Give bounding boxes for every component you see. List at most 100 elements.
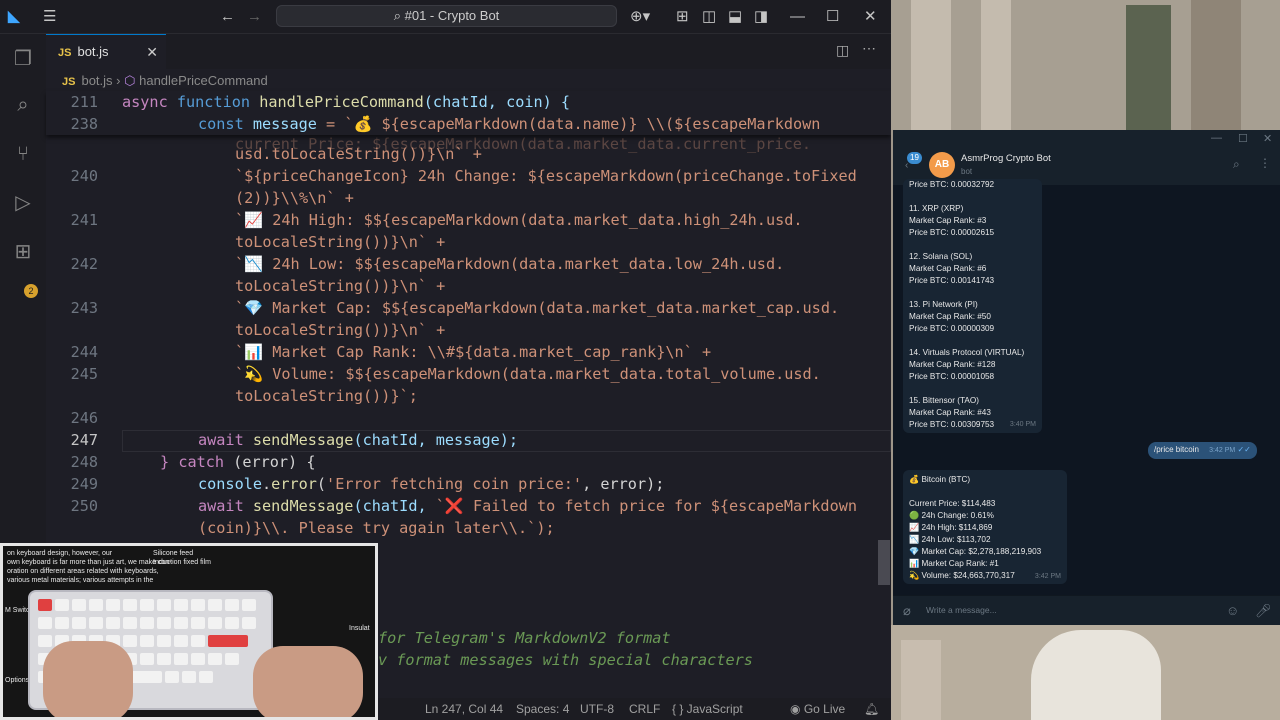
message-bubble-incoming[interactable]: Price BTC: 0.00032792 11. XRP (XRP) Marke… — [903, 179, 1042, 433]
maximize-icon[interactable]: ☐ — [1238, 132, 1248, 145]
close-tab-icon[interactable]: ✕ — [146, 35, 158, 69]
split-editor-icon[interactable]: ◫ — [836, 42, 849, 59]
minimize-icon[interactable]: — — [790, 7, 805, 27]
search-view-icon[interactable]: ⌕ — [10, 92, 36, 118]
message-line: Market Cap Rank: #50 — [909, 312, 991, 321]
breadcrumb-file[interactable]: bot.js — [81, 73, 112, 88]
message-line: 📊 Market Cap Rank: #1 — [909, 559, 999, 568]
chat-header: — ☐ ✕ 19 ‹ AB AsmrProg Crypto Bot bot ⌕ … — [893, 130, 1280, 185]
code-line: `📊 Market Cap Rank: \\#${data.market_cap… — [235, 343, 712, 361]
unread-badge[interactable]: 19 — [907, 152, 922, 164]
emoji-icon[interactable]: ☺ — [1226, 603, 1239, 618]
message-line: 13. Pi Network (PI) — [909, 300, 978, 309]
code-line: toLocaleString())}\n` + — [235, 321, 446, 339]
chat-title[interactable]: AsmrProg Crypto Bot — [961, 153, 1051, 164]
code-line: `💎 Market Cap: $${escapeMarkdown(data.ma… — [235, 299, 840, 317]
code-line: const message = `💰 ${escapeMarkdown(data… — [198, 113, 820, 135]
mat-text: on keyboard design, however, our — [7, 550, 113, 557]
building-ornament — [1191, 0, 1241, 130]
message-bubble-outgoing[interactable]: /price bitcoin 3:42 PM ✓✓ — [1148, 442, 1257, 459]
webcam-overlay: on keyboard design, however, our own key… — [0, 543, 378, 720]
message-line: Market Cap Rank: #43 — [909, 408, 991, 417]
horse-statue — [1031, 630, 1161, 720]
building-column — [901, 640, 941, 720]
message-line: Price BTC: 0.00000309 — [909, 324, 995, 333]
code-line: toLocaleString())}\n` + — [235, 233, 446, 251]
double-check-icon: ✓✓ — [1237, 445, 1251, 454]
more-vertical-icon[interactable]: ⋮ — [1259, 156, 1271, 170]
line-number: 244 — [70, 343, 98, 361]
keyword: await — [198, 497, 244, 515]
close-window-icon[interactable]: ✕ — [1263, 132, 1272, 145]
minimize-icon[interactable]: — — [1211, 132, 1222, 144]
menu-icon[interactable]: ☰ — [43, 7, 56, 27]
indentation[interactable]: Spaces: 4 — [516, 698, 569, 720]
sticky-scroll: 211 async function handlePriceCommand(ch… — [46, 91, 891, 135]
microphone-icon[interactable]: 🎤︎ — [1255, 603, 1272, 619]
screen: ◣ ☰ ← → ⌕ #01 - Crypto Bot ⊕▾ ⊞ ◫ ⬓ ◨ — … — [0, 0, 1280, 720]
comment: for Telegram's MarkdownV2 format — [378, 629, 671, 647]
toggle-panel-icon[interactable]: ⬓ — [728, 7, 742, 27]
message-line: Price BTC: 0.00032792 — [909, 180, 995, 189]
message-line — [909, 383, 1036, 395]
message-line: Market Cap Rank: #6 — [909, 264, 987, 273]
params: (chatId, coin) { — [423, 93, 571, 111]
encoding[interactable]: UTF-8 — [580, 698, 614, 720]
message-line: 14. Virtuals Protocol (VIRTUAL) — [909, 348, 1025, 357]
message-line: 💰 Bitcoin (BTC) — [909, 475, 971, 484]
layout-icon[interactable]: ⊞ — [676, 7, 689, 27]
telegram-window: — ☐ ✕ 19 ‹ AB AsmrProg Crypto Bot bot ⌕ … — [893, 130, 1280, 625]
mat-text: oration on different areas related with … — [7, 568, 159, 575]
code-line: } catch (error) { — [160, 451, 315, 473]
line-ending[interactable]: CRLF — [629, 698, 660, 720]
keyword: async — [122, 93, 168, 111]
message-list[interactable]: Price BTC: 0.00032792 11. XRP (XRP) Marke… — [893, 179, 1280, 595]
close-window-icon[interactable]: ✕ — [864, 7, 877, 27]
source-control-icon[interactable]: ⑂ — [10, 141, 36, 167]
breadcrumb-symbol[interactable]: handlePriceCommand — [139, 73, 268, 88]
line-number: 242 — [70, 255, 98, 273]
mat-text: various metal materials; various attempt… — [7, 577, 154, 584]
message-line — [909, 239, 1036, 251]
toggle-sidebar-icon[interactable]: ◫ — [702, 7, 716, 27]
message-line: Price BTC: 0.00002615 — [909, 228, 995, 237]
code-line: (coin)}\\. Please try again later\\.`); — [198, 519, 555, 537]
back-arrow-icon[interactable]: ‹ — [905, 160, 908, 171]
more-actions-icon[interactable]: ⋯ — [862, 40, 876, 57]
attach-icon[interactable]: ⌀ — [903, 603, 911, 619]
toggle-secondary-sidebar-icon[interactable]: ◨ — [754, 7, 768, 27]
command-center[interactable]: ⌕ #01 - Crypto Bot — [276, 5, 617, 27]
message-input[interactable]: Write a message... — [926, 605, 997, 615]
code-line: async function handlePriceCommand(chatId… — [122, 91, 570, 113]
language-mode[interactable]: { } JavaScript — [672, 698, 743, 720]
code-line: (2))}\\%\n` + — [235, 189, 354, 207]
line-number: 241 — [70, 211, 98, 229]
message-text: /price bitcoin — [1154, 445, 1199, 454]
message-line: 📉 24h Low: $113,702 — [909, 535, 991, 544]
back-arrow-icon[interactable]: ← — [220, 7, 235, 27]
search-icon[interactable]: ⌕ — [1233, 157, 1240, 172]
chevron-right-icon: › — [116, 73, 125, 88]
line-number: 240 — [70, 167, 98, 185]
forward-arrow-icon[interactable]: → — [247, 7, 262, 27]
message-text: Price BTC: 0.00032792 11. XRP (XRP) Marke… — [909, 179, 1036, 431]
comment: v format messages with special character… — [378, 651, 753, 669]
message-bubble-incoming[interactable]: 💰 Bitcoin (BTC) Current Price: $114,483 🟢… — [903, 470, 1067, 584]
code-line: `${priceChangeIcon} 24h Change: ${escape… — [235, 167, 857, 185]
cursor-position[interactable]: Ln 247, Col 44 — [425, 698, 503, 720]
explorer-icon[interactable]: ❐ — [10, 46, 36, 72]
editor-scrollbar[interactable] — [878, 540, 890, 585]
tab-bot-js[interactable]: JS bot.js ✕ — [46, 34, 166, 69]
message-time: 3:42 PM — [1034, 573, 1061, 580]
keyword: await — [198, 431, 244, 449]
extensions-icon[interactable]: ⊞ — [10, 239, 36, 265]
maximize-icon[interactable]: ☐ — [826, 7, 839, 27]
brace: } — [160, 453, 170, 471]
message-line: Price BTC: 0.00001058 — [909, 372, 995, 381]
line-number: 246 — [70, 409, 98, 427]
go-live-button[interactable]: ◉ Go Live — [790, 698, 845, 720]
avatar[interactable]: AB — [929, 152, 955, 178]
copilot-icon[interactable]: ⊕▾ — [630, 7, 650, 27]
bell-icon[interactable]: 🔔︎ — [864, 698, 879, 720]
run-debug-icon[interactable]: ▷ — [10, 190, 36, 216]
